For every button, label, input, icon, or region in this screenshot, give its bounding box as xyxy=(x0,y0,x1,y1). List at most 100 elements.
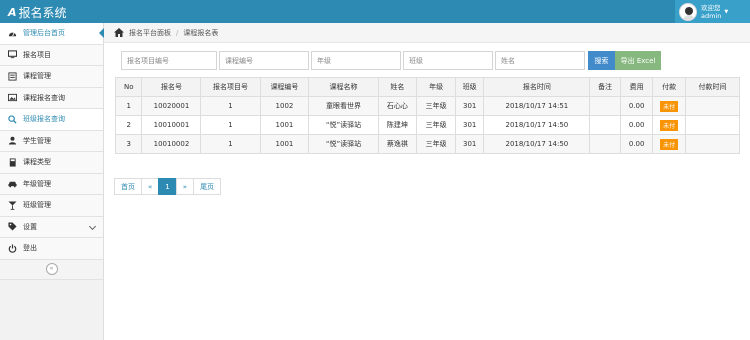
app-title: 报名系统 xyxy=(18,6,67,20)
column-header[interactable]: 付款 xyxy=(652,77,686,97)
table-row[interactable]: 1 10020001 1 1002 童眼看世界 石心心 三年级 301 2018… xyxy=(114,96,741,116)
column-header[interactable]: 费用 xyxy=(619,77,654,97)
sidebar-item-projects[interactable]: 报名项目 xyxy=(0,44,103,66)
cell-fee: 0.00 xyxy=(619,134,654,154)
car-icon xyxy=(7,179,17,189)
sidebar-item-label: 学生管理 xyxy=(23,136,51,145)
sidebar-item-course-types[interactable]: 课程类型 xyxy=(0,152,103,174)
unpaid-badge: 未付 xyxy=(660,119,679,131)
sidebar-item-courses[interactable]: 课程管理 xyxy=(0,66,103,88)
search-button[interactable]: 搜索 xyxy=(588,51,615,70)
power-icon xyxy=(7,243,17,253)
cell-project-no: 1 xyxy=(200,134,261,154)
pagination: 首页 « 1 » 尾页 xyxy=(114,178,222,195)
column-header[interactable]: 付款时间 xyxy=(684,77,741,97)
breadcrumb: 报名平台面板 / 课程报名表 xyxy=(104,23,750,43)
picture-icon xyxy=(7,93,17,103)
column-header[interactable]: 年级 xyxy=(416,77,456,97)
cell-student-name: 蔡逸祺 xyxy=(377,134,418,154)
monitor-icon xyxy=(7,50,17,60)
cell-course-name: “悦”读驿站 xyxy=(308,134,379,154)
book-icon xyxy=(7,157,17,167)
user-info: 欢迎您 admin xyxy=(701,4,721,20)
cell-student-name: 石心心 xyxy=(377,96,418,116)
column-header[interactable]: 报名时间 xyxy=(483,77,591,97)
sidebar-item-class-signup-query[interactable]: 班级报名查询 xyxy=(0,109,103,131)
sidebar-item-settings[interactable]: 设置 xyxy=(0,216,103,238)
sidebar-item-classes[interactable]: 班级管理 xyxy=(0,195,103,217)
cell-reg-no: 10010001 xyxy=(141,115,202,135)
cell-project-no: 1 xyxy=(200,96,261,116)
sidebar-item-label: 管理后台首页 xyxy=(23,29,65,38)
sidebar-item-logout[interactable]: 登出 xyxy=(0,238,103,260)
sidebar-item-students[interactable]: 学生管理 xyxy=(0,130,103,152)
project-no-input[interactable]: 报名项目编号 xyxy=(121,51,217,70)
sidebar-item-label: 班级管理 xyxy=(23,201,51,210)
home-icon xyxy=(114,28,124,37)
cell-reg-no: 10010002 xyxy=(141,134,202,154)
prev-page-link[interactable]: « xyxy=(141,178,160,195)
sidebar-item-grades[interactable]: 年级管理 xyxy=(0,173,103,195)
class-input[interactable]: 班级 xyxy=(403,51,493,70)
cell-class: 301 xyxy=(454,134,485,154)
glass-icon xyxy=(7,200,17,210)
sidebar-item-label: 设置 xyxy=(23,222,37,231)
sidebar-item-label: 年级管理 xyxy=(23,179,51,188)
top-navbar: A 报名系统 欢迎您 admin ▼ xyxy=(0,0,750,23)
column-header[interactable]: 课程编号 xyxy=(259,77,310,97)
cell-paid-time xyxy=(684,134,741,154)
cell-project-no: 1 xyxy=(200,115,261,135)
grade-input[interactable]: 年级 xyxy=(311,51,401,70)
cell-no: 1 xyxy=(114,96,143,116)
search-icon xyxy=(7,114,17,124)
column-header[interactable]: No xyxy=(114,77,143,97)
sidebar-item-label: 课程类型 xyxy=(23,158,51,167)
cell-paid: 未付 xyxy=(652,134,686,154)
list-icon xyxy=(7,71,17,81)
cell-course-no: 1001 xyxy=(259,115,310,135)
course-no-input[interactable]: 课程编号 xyxy=(219,51,309,70)
brand[interactable]: A 报名系统 xyxy=(8,4,67,21)
user-name: admin xyxy=(701,11,722,20)
column-header[interactable]: 报名项目号 xyxy=(200,77,261,97)
cell-fee: 0.00 xyxy=(619,115,654,135)
cell-paid: 未付 xyxy=(652,115,686,135)
sidebar-item-label: 课程管理 xyxy=(23,72,51,81)
cell-grade: 三年级 xyxy=(416,115,456,135)
cell-reg-no: 10020001 xyxy=(141,96,202,116)
current-page[interactable]: 1 xyxy=(158,178,177,195)
cell-paid-time xyxy=(684,96,741,116)
cell-grade: 三年级 xyxy=(416,134,456,154)
first-page-link[interactable]: 首页 xyxy=(114,178,142,195)
table-row[interactable]: 2 10010001 1 1001 “悦”读驿站 陈建坤 三年级 301 201… xyxy=(114,115,741,135)
column-header[interactable]: 备注 xyxy=(589,77,621,97)
sidebar-item-course-signup-query[interactable]: 课程报名查询 xyxy=(0,87,103,109)
column-header[interactable]: 报名号 xyxy=(141,77,202,97)
next-page-link[interactable]: » xyxy=(175,178,195,195)
signup-table: No 报名号 报名项目号 课程编号 课程名称 姓名 年级 班级 报名时间 备注 … xyxy=(114,77,741,154)
column-header[interactable]: 姓名 xyxy=(377,77,418,97)
collapse-sidebar-button[interactable]: « xyxy=(45,263,58,275)
breadcrumb-current: 课程报名表 xyxy=(183,28,219,37)
unpaid-badge: 未付 xyxy=(660,100,679,112)
avatar xyxy=(679,2,697,21)
unpaid-badge: 未付 xyxy=(660,138,679,150)
sidebar-item-dashboard[interactable]: 管理后台首页 xyxy=(0,23,104,45)
breadcrumb-home-link[interactable]: 报名平台面板 xyxy=(129,28,171,38)
last-page-link[interactable]: 尾页 xyxy=(193,178,222,195)
column-header[interactable]: 班级 xyxy=(454,77,485,97)
student-name-input[interactable]: 姓名 xyxy=(495,51,585,70)
column-header[interactable]: 课程名称 xyxy=(308,77,379,97)
cell-no: 3 xyxy=(114,134,143,154)
export-excel-button[interactable]: 导出 Excel xyxy=(615,51,661,70)
sidebar-collapse-row: « xyxy=(0,259,103,280)
cell-note xyxy=(589,96,621,116)
table-row[interactable]: 3 10010002 1 1001 “悦”读驿站 蔡逸祺 三年级 301 201… xyxy=(114,134,741,154)
cell-reg-time: 2018/10/17 14:50 xyxy=(483,134,591,154)
search-form: 报名项目编号 课程编号 年级 班级 姓名 搜索 导出 Excel xyxy=(115,51,661,71)
cell-note xyxy=(589,134,621,154)
breadcrumb-separator: / xyxy=(176,28,179,37)
cell-course-name: “悦”读驿站 xyxy=(308,115,379,135)
user-menu[interactable]: 欢迎您 admin ▼ xyxy=(675,0,750,23)
caret-down-icon: ▼ xyxy=(724,8,729,15)
